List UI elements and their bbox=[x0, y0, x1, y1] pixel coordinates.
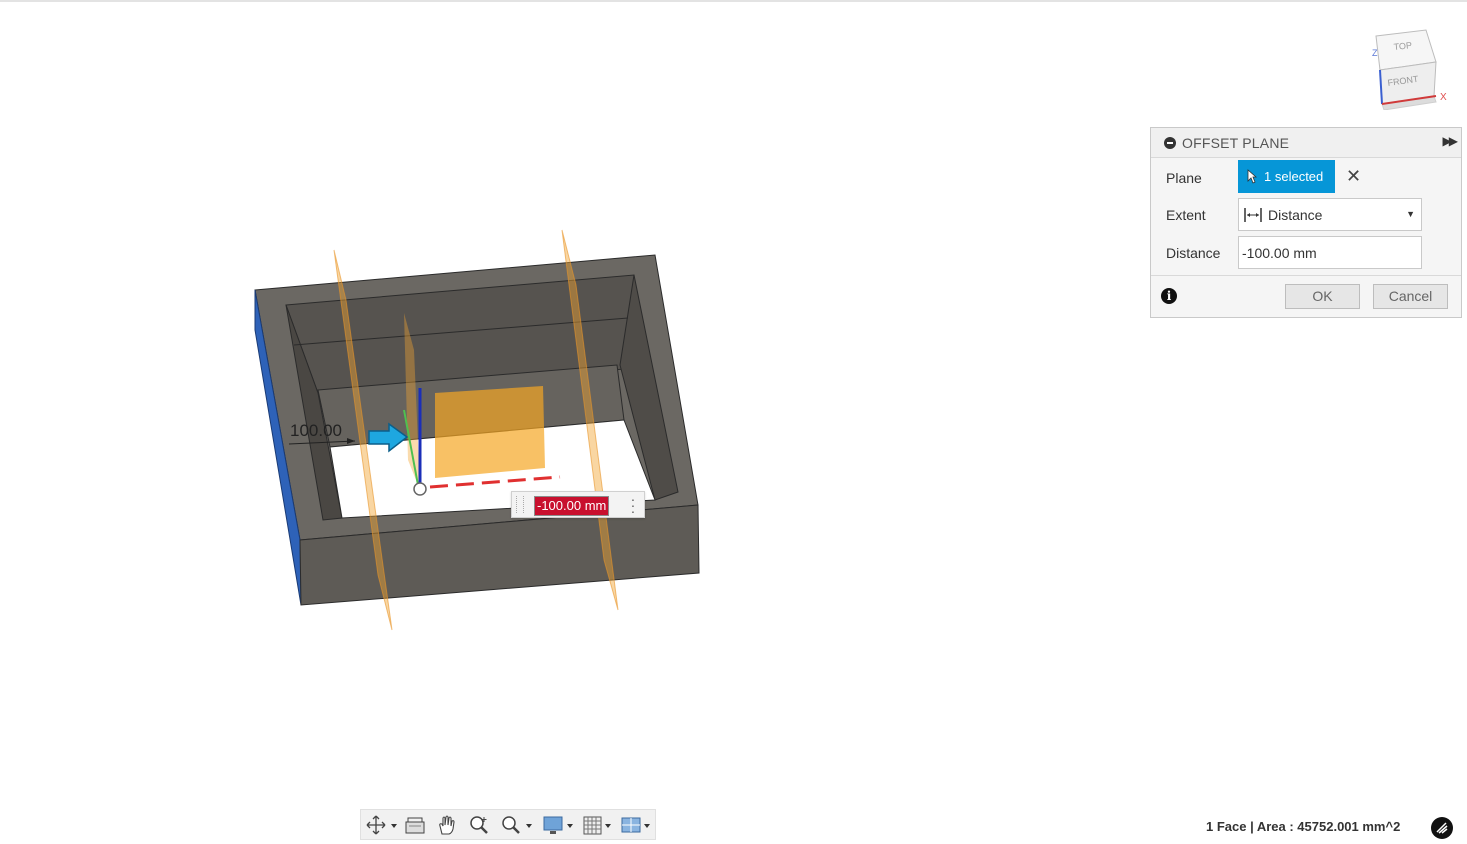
offset-plane-dialog: OFFSET PLANE ▶▶ Plane 1 selected ✕ Exten… bbox=[1150, 127, 1462, 318]
dialog-title: OFFSET PLANE bbox=[1182, 135, 1290, 151]
offset-plane-preview[interactable] bbox=[435, 386, 545, 478]
zoom-icon[interactable] bbox=[467, 814, 491, 836]
view-cube[interactable]: TOP FRONT Z X bbox=[1370, 28, 1450, 110]
dialog-header[interactable]: OFFSET PLANE ▶▶ bbox=[1151, 128, 1461, 158]
more-options-icon[interactable]: · · · bbox=[630, 492, 636, 518]
extent-label: Extent bbox=[1166, 207, 1206, 223]
grid-settings-icon[interactable] bbox=[581, 814, 617, 836]
viewcube-z-label: Z bbox=[1372, 48, 1378, 58]
cursor-icon bbox=[1247, 169, 1257, 184]
triad-origin[interactable] bbox=[413, 482, 427, 496]
selection-status: 1 Face | Area : 45752.001 mm^2 bbox=[1206, 819, 1401, 834]
dimension-label: 100.00 bbox=[290, 421, 342, 440]
viewcube-x-label: X bbox=[1440, 92, 1447, 103]
plane-selection-button[interactable]: 1 selected bbox=[1238, 160, 1335, 193]
dialog-footer: i OK Cancel bbox=[1151, 275, 1461, 317]
viewports-icon[interactable] bbox=[619, 814, 655, 836]
collapse-icon[interactable] bbox=[1164, 137, 1176, 149]
offset-value-text[interactable]: -100.00 mm bbox=[534, 496, 610, 516]
zoom-window-icon[interactable] bbox=[499, 814, 535, 836]
plane-selection-text: 1 selected bbox=[1264, 169, 1324, 184]
distance-label: Distance bbox=[1166, 245, 1221, 261]
pan-icon[interactable] bbox=[435, 814, 459, 836]
info-icon[interactable]: i bbox=[1161, 288, 1177, 304]
extent-value: Distance bbox=[1268, 207, 1323, 223]
look-at-icon[interactable] bbox=[403, 814, 427, 836]
cancel-button[interactable]: Cancel bbox=[1373, 284, 1448, 309]
navigation-toolbar bbox=[360, 809, 656, 840]
ok-button[interactable]: OK bbox=[1285, 284, 1360, 309]
distance-icon bbox=[1244, 208, 1262, 222]
display-settings-icon[interactable] bbox=[541, 814, 577, 836]
clear-selection-icon[interactable]: ✕ bbox=[1346, 166, 1361, 187]
extent-dropdown[interactable]: Distance ▼ bbox=[1238, 198, 1422, 231]
app-logo-icon bbox=[1431, 817, 1453, 839]
orbit-icon[interactable] bbox=[365, 814, 399, 836]
offset-value-input[interactable]: -100.00 mm · · · bbox=[511, 491, 645, 518]
distance-input[interactable]: -100.00 mm bbox=[1238, 236, 1422, 269]
viewcube-top-label: TOP bbox=[1393, 40, 1412, 52]
chevron-down-icon: ▼ bbox=[1406, 209, 1415, 219]
drag-grip[interactable] bbox=[516, 496, 524, 513]
expand-icon[interactable]: ▶▶ bbox=[1443, 134, 1459, 148]
plane-label: Plane bbox=[1166, 170, 1202, 186]
